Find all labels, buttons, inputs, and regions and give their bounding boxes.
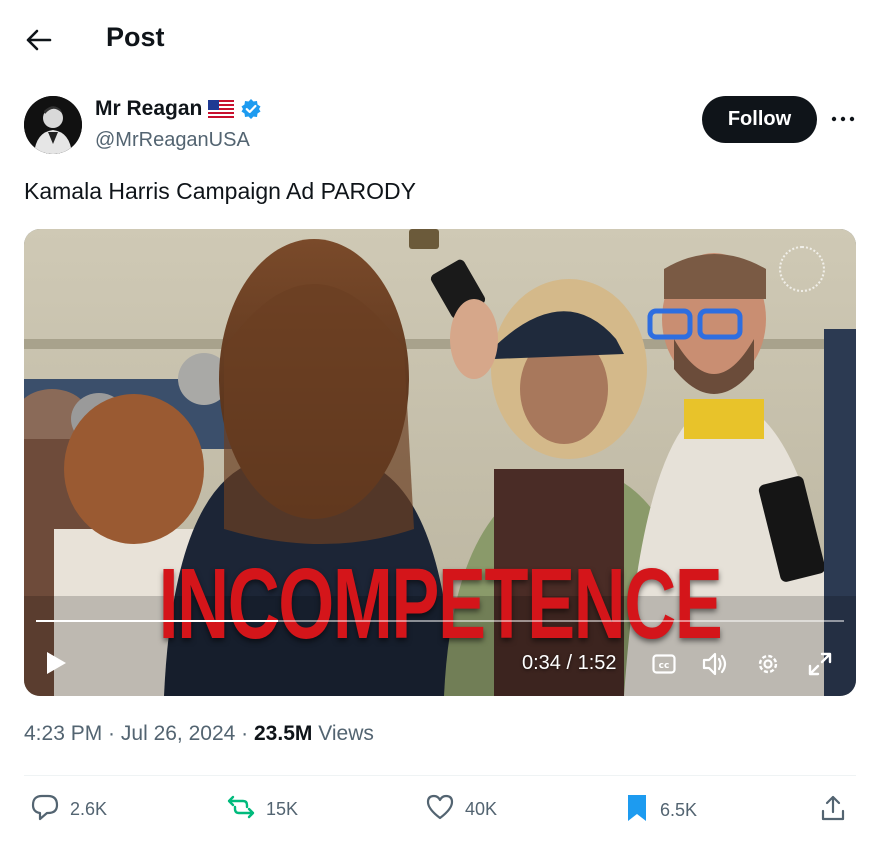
avatar[interactable] [24,96,82,154]
video-controls: 0:34 / 1:52 cc [24,642,856,686]
play-icon[interactable] [44,650,68,681]
bookmark-count: 6.5K [660,800,698,820]
like-count: 40K [465,799,498,819]
page-title: Post [106,22,165,52]
captions-icon[interactable]: cc [652,654,676,679]
volume-icon[interactable] [702,651,730,682]
repost-icon [226,793,256,826]
author-name-row: Mr Reagan [95,97,262,121]
video-time: 0:34 / 1:52 [522,652,617,674]
meta-separator: · [235,722,254,745]
video-progress-bar[interactable] [36,620,844,622]
verified-badge-icon[interactable] [240,98,262,120]
back-arrow-icon[interactable] [22,24,56,56]
tweet-text: Kamala Harris Campaign Ad PARODY [24,178,416,204]
settings-gear-icon[interactable] [755,651,781,682]
heart-icon [425,793,455,826]
channel-watermark-icon [779,246,825,292]
video-progress-fill [36,620,279,622]
tweet-meta: 4:23 PM · Jul 26, 2024 · 23.5M Views [24,722,374,746]
meta-separator: · [102,722,121,745]
reply-count: 2.6K [70,799,108,819]
follow-button[interactable]: Follow [702,96,817,143]
share-button[interactable] [818,793,848,828]
views-label: Views [318,722,374,745]
reply-icon [30,793,60,826]
share-icon [818,793,848,828]
author-handle[interactable]: @MrReaganUSA [95,129,250,152]
repost-count: 15K [266,799,299,819]
like-button[interactable]: 40K [425,793,497,826]
author-name[interactable]: Mr Reagan [95,97,202,121]
reply-button[interactable]: 2.6K [30,793,107,826]
bookmark-button[interactable]: 6.5K [624,793,697,828]
svg-text:cc: cc [659,661,670,671]
repost-button[interactable]: 15K [226,793,298,826]
views-count: 23.5M [254,722,313,745]
bookmark-icon [624,793,650,828]
page-header: Post [0,0,880,80]
tweet-date[interactable]: Jul 26, 2024 [121,722,235,745]
video-player[interactable]: INCOMPETENCE 0:34 / 1:52 cc [24,229,856,696]
divider [24,775,856,776]
tweet-time[interactable]: 4:23 PM [24,722,102,745]
us-flag-icon [208,100,235,118]
fullscreen-icon[interactable] [807,651,833,682]
more-options-icon[interactable] [826,104,860,134]
